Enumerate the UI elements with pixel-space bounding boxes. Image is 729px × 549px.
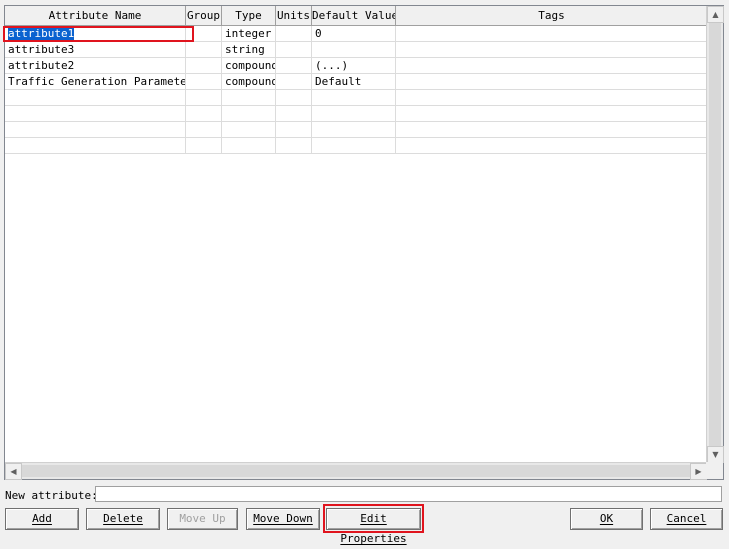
cell-units[interactable] bbox=[276, 122, 312, 137]
table-row[interactable] bbox=[5, 122, 707, 138]
cell-tags[interactable] bbox=[396, 138, 707, 153]
cell-attribute-name[interactable]: attribute2 bbox=[5, 58, 186, 73]
table-row[interactable] bbox=[5, 106, 707, 122]
cell-attribute-name[interactable] bbox=[5, 138, 186, 153]
cell-tags[interactable] bbox=[396, 90, 707, 105]
table-row[interactable]: attribute1 integer 0 bbox=[5, 26, 707, 42]
vertical-scrollbar[interactable]: ▲ ▼ bbox=[706, 6, 724, 463]
attribute-grid: Attribute Name Group Type Units Default … bbox=[4, 5, 724, 480]
scroll-right-arrow-icon[interactable]: ▶ bbox=[690, 463, 707, 480]
cell-type[interactable]: string bbox=[222, 42, 276, 57]
vertical-scroll-thumb[interactable] bbox=[709, 23, 721, 446]
cell-type[interactable] bbox=[222, 106, 276, 121]
cell-units[interactable] bbox=[276, 58, 312, 73]
column-header-default-value[interactable]: Default Value bbox=[312, 6, 396, 26]
cell-group[interactable] bbox=[186, 90, 222, 105]
table-row[interactable]: Traffic Generation Parameters compound D… bbox=[5, 74, 707, 90]
cell-attribute-name[interactable] bbox=[5, 106, 186, 121]
cell-group[interactable] bbox=[186, 122, 222, 137]
cell-group[interactable] bbox=[186, 138, 222, 153]
column-header-attribute-name[interactable]: Attribute Name bbox=[5, 6, 186, 26]
cell-tags[interactable] bbox=[396, 74, 707, 89]
ok-button[interactable]: OK bbox=[570, 508, 643, 530]
column-header-group[interactable]: Group bbox=[186, 6, 222, 26]
cell-attribute-name[interactable]: Traffic Generation Parameters bbox=[5, 74, 186, 89]
cell-units[interactable] bbox=[276, 26, 312, 41]
new-attribute-label: New attribute: bbox=[5, 489, 98, 502]
new-attribute-input[interactable] bbox=[95, 486, 722, 502]
cell-group[interactable] bbox=[186, 58, 222, 73]
column-header-units[interactable]: Units bbox=[276, 6, 312, 26]
cell-group[interactable] bbox=[186, 106, 222, 121]
cell-attribute-name[interactable] bbox=[5, 122, 186, 137]
add-button[interactable]: Add bbox=[5, 508, 79, 530]
cell-units[interactable] bbox=[276, 106, 312, 121]
table-row[interactable] bbox=[5, 138, 707, 154]
cell-group[interactable] bbox=[186, 26, 222, 41]
delete-button[interactable]: Delete bbox=[86, 508, 160, 530]
table-row[interactable]: attribute3 string bbox=[5, 42, 707, 58]
cell-default-value[interactable]: (...) bbox=[312, 58, 396, 73]
horizontal-scrollbar[interactable]: ◀ ▶ bbox=[5, 462, 707, 480]
column-header-type[interactable]: Type bbox=[222, 6, 276, 26]
cell-default-value[interactable] bbox=[312, 138, 396, 153]
horizontal-scroll-thumb[interactable] bbox=[22, 465, 690, 477]
table-row[interactable] bbox=[5, 90, 707, 106]
cell-tags[interactable] bbox=[396, 26, 707, 41]
attribute-table: Attribute Name Group Type Units Default … bbox=[5, 6, 707, 463]
cell-default-value[interactable] bbox=[312, 106, 396, 121]
cell-default-value[interactable] bbox=[312, 122, 396, 137]
cell-type[interactable] bbox=[222, 122, 276, 137]
cell-attribute-name[interactable]: attribute1 bbox=[8, 27, 75, 40]
scroll-down-arrow-icon[interactable]: ▼ bbox=[707, 446, 724, 463]
cell-units[interactable] bbox=[276, 42, 312, 57]
move-up-button[interactable]: Move Up bbox=[167, 508, 238, 530]
cell-tags[interactable] bbox=[396, 42, 707, 57]
column-header-tags[interactable]: Tags bbox=[396, 6, 707, 26]
scroll-up-arrow-icon[interactable]: ▲ bbox=[707, 6, 724, 23]
cell-tags[interactable] bbox=[396, 122, 707, 137]
move-down-button[interactable]: Move Down bbox=[246, 508, 320, 530]
cell-type[interactable] bbox=[222, 90, 276, 105]
table-header: Attribute Name Group Type Units Default … bbox=[5, 6, 707, 26]
scroll-left-arrow-icon[interactable]: ◀ bbox=[5, 463, 22, 480]
cancel-button[interactable]: Cancel bbox=[650, 508, 723, 530]
cell-default-value[interactable] bbox=[312, 90, 396, 105]
cell-group[interactable] bbox=[186, 42, 222, 57]
table-row[interactable]: attribute2 compound (...) bbox=[5, 58, 707, 74]
cell-group[interactable] bbox=[186, 74, 222, 89]
cell-type[interactable]: compound bbox=[222, 58, 276, 73]
scrollbar-corner bbox=[706, 462, 723, 479]
cell-type[interactable] bbox=[222, 138, 276, 153]
cell-type[interactable]: integer bbox=[222, 26, 276, 41]
cell-default-value[interactable]: Default bbox=[312, 74, 396, 89]
cell-units[interactable] bbox=[276, 90, 312, 105]
cell-attribute-name[interactable]: attribute3 bbox=[5, 42, 186, 57]
cell-attribute-name[interactable] bbox=[5, 90, 186, 105]
cell-tags[interactable] bbox=[396, 106, 707, 121]
cell-units[interactable] bbox=[276, 138, 312, 153]
cell-tags[interactable] bbox=[396, 58, 707, 73]
cell-default-value[interactable]: 0 bbox=[312, 26, 396, 41]
edit-properties-button[interactable]: Edit Properties bbox=[326, 508, 421, 545]
cell-type[interactable]: compound bbox=[222, 74, 276, 89]
cell-units[interactable] bbox=[276, 74, 312, 89]
cell-default-value[interactable] bbox=[312, 42, 396, 57]
